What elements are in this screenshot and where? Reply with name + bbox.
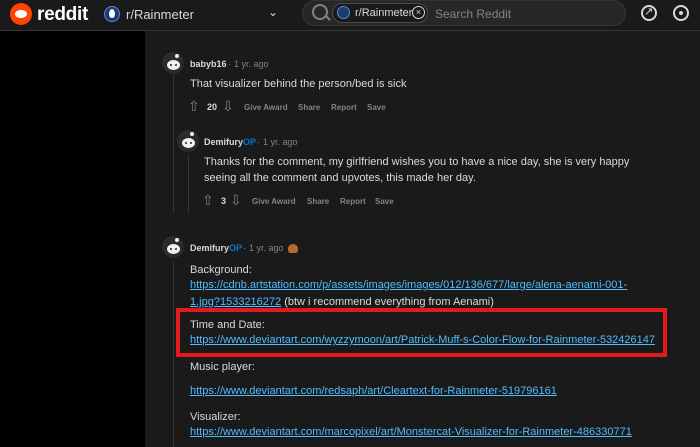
share-button[interactable]: Share [307,197,329,206]
thread-line[interactable] [173,73,174,213]
award-icon[interactable] [288,244,298,253]
report-button[interactable]: Report [340,197,366,206]
music-player-link[interactable]: https://www.deviantart.com/redsaph/art/C… [190,383,557,399]
reddit-logo-icon[interactable] [10,3,32,25]
downvote-icon[interactable]: ⇩ [230,192,242,209]
comment-body-line: seeing all the comment and upvotes, this… [204,172,476,184]
search-icon [312,4,328,20]
upvote-icon[interactable]: ⇧ [188,98,200,115]
search-chip-label: r/Rainmeter [355,7,413,19]
comment-username[interactable]: babyb16 [190,59,227,69]
raindrop-icon [109,9,115,18]
avatar[interactable] [177,130,199,152]
background-label: Background: [190,264,252,276]
save-button[interactable]: Save [375,197,394,206]
visualizer-label: Visualizer: [190,411,241,423]
report-button[interactable]: Report [331,103,357,112]
music-player-label: Music player: [190,361,255,373]
chevron-down-icon[interactable]: ⌄ [268,5,278,19]
vote-count: 20 [207,102,218,112]
highlight-box [176,308,667,357]
avatar[interactable] [162,52,184,74]
avatar[interactable] [162,236,184,258]
share-button[interactable]: Share [298,103,320,112]
visualizer-link[interactable]: https://www.deviantart.com/marcopixel/ar… [190,424,632,440]
comment-username[interactable]: Demifury [190,243,229,253]
downvote-icon[interactable]: ⇩ [222,98,234,115]
community-icon[interactable] [673,5,689,21]
give-award-button[interactable]: Give Award [252,197,296,206]
background-link-continued[interactable]: 1.jpg?1533216272 [190,296,281,308]
thread-line[interactable] [188,154,189,214]
background-link[interactable]: https://cdnb.artstation.com/p/assets/ima… [190,277,627,293]
comment-separator: · [228,59,231,69]
comment-timestamp[interactable]: 1 yr. ago [234,59,269,69]
comment-username[interactable]: Demifury [204,137,243,147]
comment-body: That visualizer behind the person/bed is… [190,78,407,90]
op-badge: OP [243,137,257,147]
search-placeholder: Search Reddit [435,7,512,21]
comment-timestamp[interactable]: 1 yr. ago [263,137,298,147]
op-badge: OP [229,243,243,253]
give-award-button[interactable]: Give Award [244,103,288,112]
comment-timestamp[interactable]: 1 yr. ago [249,243,284,253]
close-icon[interactable]: × [412,6,425,19]
upvote-icon[interactable]: ⇧ [202,192,214,209]
comment-body-line: Thanks for the comment, my girlfriend wi… [204,156,630,168]
comment-separator: · [243,243,246,253]
vote-count: 3 [221,196,227,206]
thread-line[interactable] [173,262,174,447]
reddit-wordmark[interactable]: reddit [37,4,88,26]
comment-separator: · [257,137,260,147]
subreddit-name: r/Rainmeter [126,7,194,22]
background-note: (btw i recommend everything from Aenami) [281,296,494,308]
subreddit-chip-icon [337,6,350,19]
save-button[interactable]: Save [367,103,386,112]
popular-icon[interactable] [641,5,657,21]
